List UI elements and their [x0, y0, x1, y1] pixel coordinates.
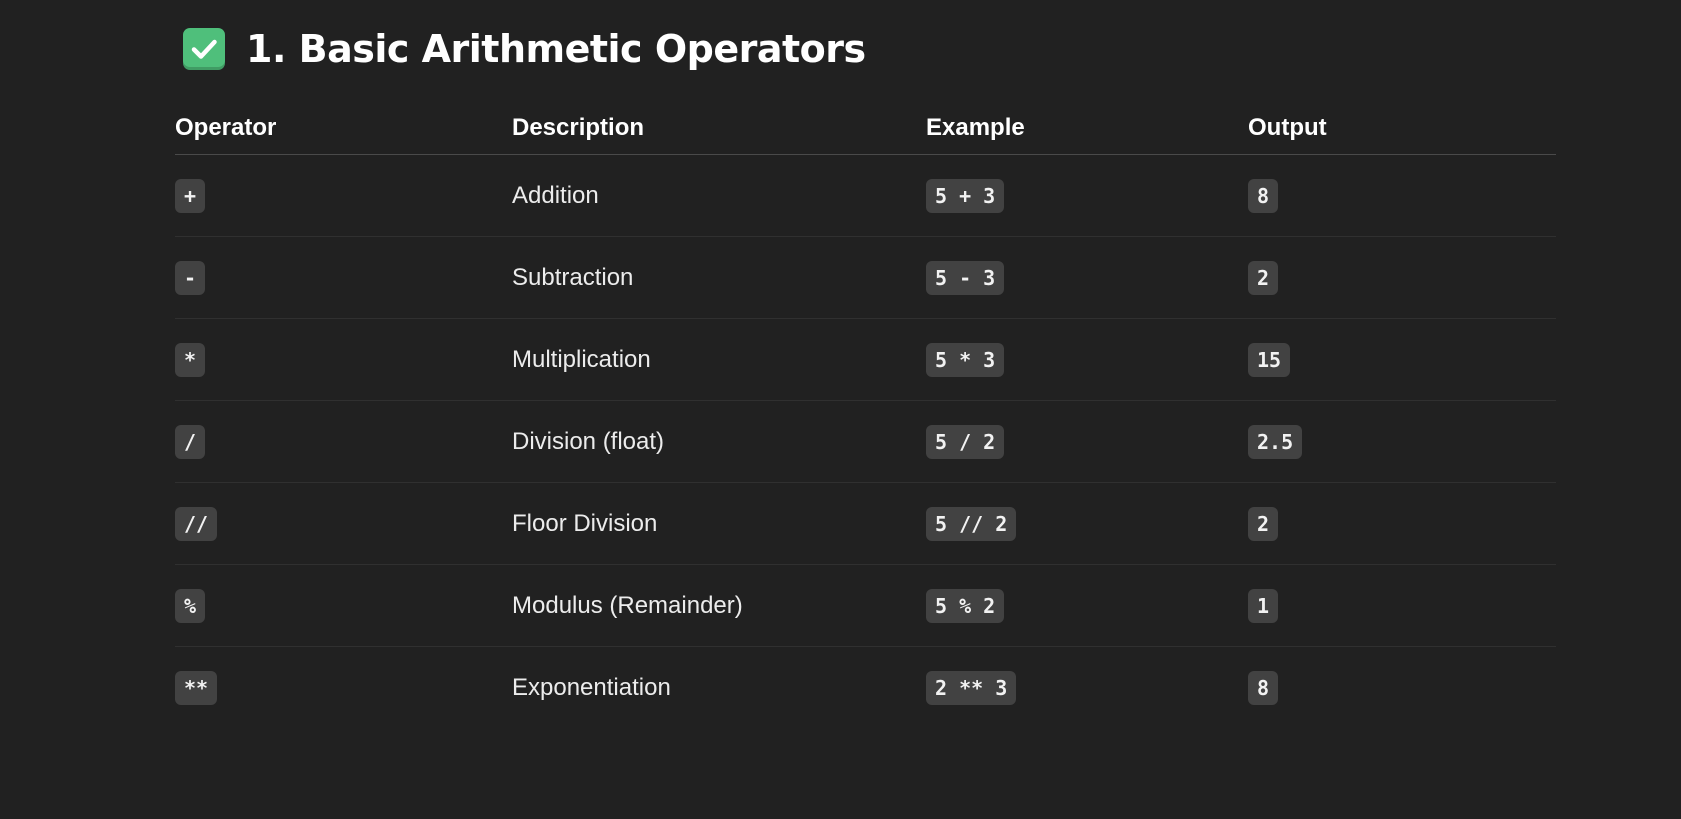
example-cell: 5 / 2: [926, 400, 1248, 483]
output-cell: 2.5: [1248, 400, 1556, 483]
header-description: Description: [512, 102, 926, 155]
output-cell: 2: [1248, 236, 1556, 319]
output-code: 2: [1248, 260, 1279, 295]
output-cell: 1: [1248, 564, 1556, 647]
document-section: 1. Basic Arithmetic Operators Operator D…: [175, 0, 1556, 728]
table-row: - Subtraction 5 - 3 2: [175, 236, 1556, 319]
output-code: 8: [1248, 178, 1279, 213]
operator-cell: +: [175, 154, 512, 237]
operator-cell: -: [175, 236, 512, 319]
example-cell: 5 * 3: [926, 318, 1248, 401]
description-cell: Multiplication: [512, 318, 926, 401]
operator-cell: //: [175, 482, 512, 565]
example-code: 5 * 3: [926, 342, 1005, 377]
example-cell: 5 - 3: [926, 236, 1248, 319]
example-code: 5 // 2: [926, 506, 1017, 541]
table-row: % Modulus (Remainder) 5 % 2 1: [175, 564, 1556, 647]
example-cell: 5 // 2: [926, 482, 1248, 565]
operator-cell: %: [175, 564, 512, 647]
output-code: 2: [1248, 506, 1279, 541]
header-example: Example: [926, 102, 1248, 155]
operators-table: Operator Description Example Output + Ad…: [175, 102, 1556, 728]
description-cell: Floor Division: [512, 482, 926, 565]
output-cell: 8: [1248, 154, 1556, 237]
example-cell: 5 + 3: [926, 154, 1248, 237]
header-operator: Operator: [175, 102, 512, 155]
description-cell: Subtraction: [512, 236, 926, 319]
example-code: 5 + 3: [926, 178, 1005, 213]
output-cell: 2: [1248, 482, 1556, 565]
operator-code: +: [175, 178, 206, 213]
check-mark-button-icon: [183, 28, 225, 70]
operator-code: **: [175, 670, 218, 705]
operator-code: //: [175, 506, 218, 541]
output-cell: 8: [1248, 647, 1556, 729]
output-code: 1: [1248, 588, 1279, 623]
output-code: 2.5: [1248, 424, 1303, 459]
output-code: 15: [1248, 342, 1291, 377]
table-row: * Multiplication 5 * 3 15: [175, 318, 1556, 401]
description-cell: Division (float): [512, 400, 926, 483]
example-code: 5 / 2: [926, 424, 1005, 459]
table-row: // Floor Division 5 // 2 2: [175, 482, 1556, 565]
example-code: 2 ** 3: [926, 670, 1017, 705]
example-code: 5 - 3: [926, 260, 1005, 295]
operator-cell: /: [175, 400, 512, 483]
output-code: 8: [1248, 670, 1279, 705]
operator-code: -: [175, 260, 206, 295]
description-cell: Exponentiation: [512, 673, 671, 701]
operator-code: /: [175, 424, 206, 459]
table-header-row: Operator Description Example Output: [175, 102, 1556, 155]
example-cell: 5 % 2: [926, 564, 1248, 647]
header-output: Output: [1248, 102, 1556, 155]
table-row: + Addition 5 + 3 8: [175, 154, 1556, 237]
description-cell: Modulus (Remainder): [512, 564, 926, 647]
description-cell: Addition: [512, 154, 926, 237]
operator-cell: **: [175, 647, 512, 729]
output-cell: 15: [1248, 318, 1556, 401]
table-row: / Division (float) 5 / 2 2.5: [175, 400, 1556, 483]
operator-code: *: [175, 342, 206, 377]
operator-cell: *: [175, 318, 512, 401]
operator-code: %: [175, 588, 206, 623]
section-title: 1. Basic Arithmetic Operators: [246, 27, 866, 71]
example-cell: 2 ** 3: [926, 647, 1248, 729]
example-code: 5 % 2: [926, 588, 1005, 623]
section-heading: 1. Basic Arithmetic Operators: [175, 26, 1556, 72]
table-row: ** Exponentiation 2 ** 3 8: [175, 647, 1556, 729]
